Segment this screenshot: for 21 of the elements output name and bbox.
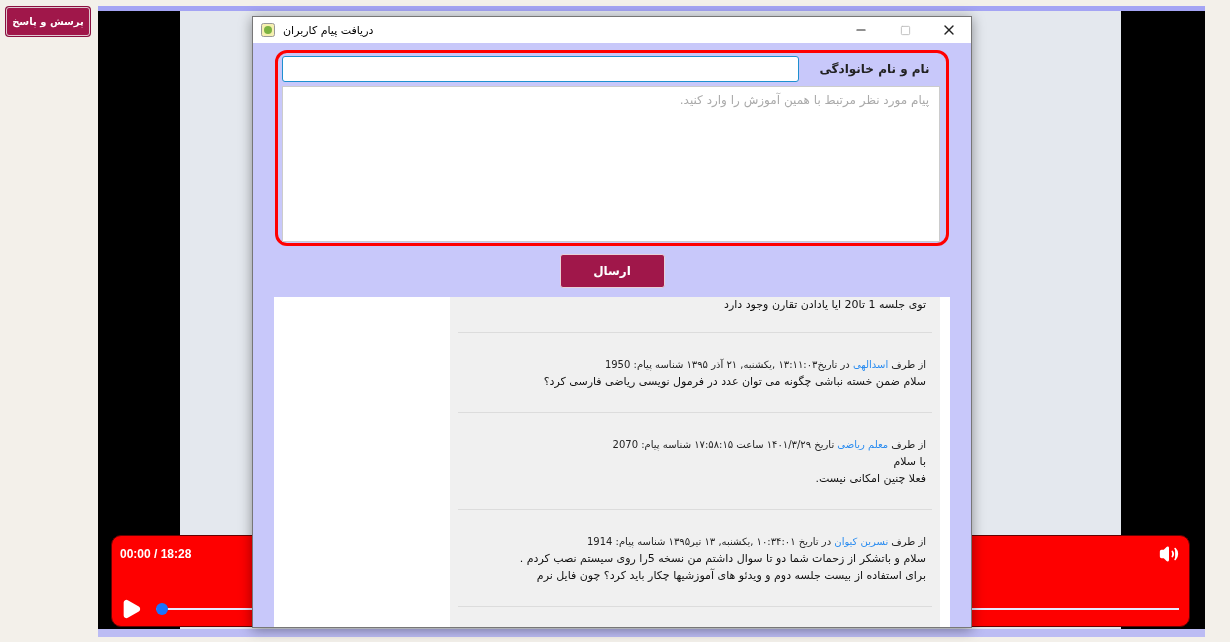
time-display: 00:00 / 18:28 [120,547,192,561]
message-text: سلام و باتشکر از زحمات شما دو تا سوال داشتم من نسخه 5را روی سیستم نصب کردم . برای استفاده از بیست جلسه دوم و ویدئو های آموزشیها چکار باید کرد؟ چون فایل نرم [518,551,926,584]
dialog-title: دریافت پیام کاربران [283,23,374,37]
send-button[interactable]: ارسال [559,254,665,288]
message-meta: از طرف نسرین کیوان در تاریخ ۱۰:۳۴:۰۱ ,یکشنبه, ۱۳ تیر۱۳۹۵ شناسه پیام: 1914 [585,536,926,547]
message-text: با سلام فعلا چنین امکانی نیست. [814,454,926,487]
progress-thumb[interactable] [156,603,168,615]
message-input[interactable]: پیام مورد نظر مرتبط با همین آموزش را وارد کنید. [282,86,940,242]
volume-icon[interactable] [1159,544,1179,564]
name-input[interactable] [282,56,799,82]
message-text: سلام ضمن خسته نباشی چگونه می توان عدد در فرمول نویسی ریاضی فارسی کرد؟ [542,373,926,390]
app-icon [261,23,275,37]
questions-button[interactable]: پرسش و پاسخ [6,7,90,36]
author-link[interactable]: نسرین کیوان [834,536,889,547]
name-label: نام و نام خانوادگی [818,62,931,76]
message-meta: از طرف اسدالهی در تاریخ۱۳:۱۱:۰۳ ,یکشنبه, ۲۱ آذر ۱۳۹۵ شناسه پیام: 1950 [603,358,926,370]
maximize-icon [899,24,911,36]
author-link[interactable]: معلم ریاضی [837,439,889,450]
author-link[interactable]: اسدالهی [853,358,889,370]
message-text: توی جلسه 1 تا20 ایا یادادن تقارن وجود دارد [723,297,926,313]
message-meta: از طرف معلم ریاضی تاریخ ۱۴۰۱/۳/۲۹ ساعت ۱۷:۵۸:۱۵ شناسه پیام: 2070 [611,439,926,450]
